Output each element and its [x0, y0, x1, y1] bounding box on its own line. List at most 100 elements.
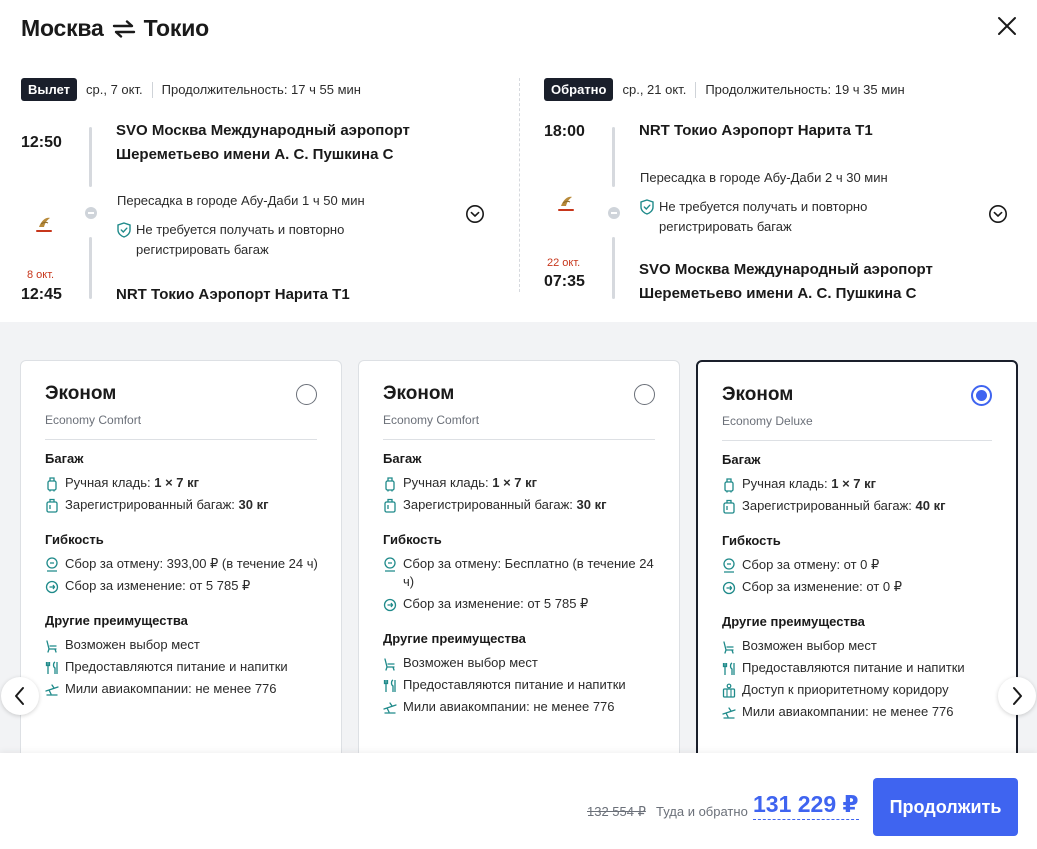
- feature-text: Сбор за отмену: от 0 ₽: [742, 557, 880, 572]
- modal-header: Москва Токио: [0, 0, 1037, 60]
- feature-cancel-fee: Сбор за отмену: Бесплатно (в течение 24 …: [383, 555, 659, 591]
- feature-seat: Возможен выбор мест: [45, 636, 321, 654]
- fare-card-1[interactable]: Эконом Economy Comfort Багаж Ручная клад…: [20, 360, 342, 753]
- carry-on-bag-icon: [47, 477, 57, 492]
- section-title: Другие преимущества: [383, 631, 526, 646]
- feature-meals: Предоставляются питание и напитки: [722, 659, 996, 677]
- outbound-arrival-time: 12:45: [21, 286, 62, 303]
- feature-meals: Предоставляются питание и напитки: [383, 676, 659, 694]
- feature-checked-bag: Зарегистрированный багаж: 40 кг: [722, 497, 996, 515]
- feature-text: Предоставляются питание и напитки: [403, 677, 626, 692]
- feature-text: Мили авиакомпании: не менее 776: [742, 704, 954, 719]
- total-price[interactable]: 131 229 ₽: [753, 791, 859, 820]
- feature-change-fee: Сбор за изменение: от 5 785 ₽: [383, 595, 659, 613]
- baggage-note: Не требуется получать и повторно регистр…: [640, 197, 960, 237]
- fare-radio[interactable]: [296, 384, 317, 405]
- other-section: Другие преимущества Возможен выбор мест …: [45, 613, 321, 698]
- section-title: Другие преимущества: [45, 613, 188, 628]
- card-divider: [722, 440, 992, 441]
- fare-cards-area: Эконом Economy Comfort Багаж Ручная клад…: [0, 322, 1037, 753]
- feature-text: Сбор за изменение: от 5 785 ₽: [403, 596, 589, 611]
- price-label: Туда и обратно: [656, 804, 748, 819]
- feature-value: 40 кг: [915, 498, 946, 513]
- seat-icon: [384, 658, 395, 671]
- section-title: Гибкость: [722, 533, 781, 548]
- fare-details: Багаж Ручная кладь: 1 × 7 кг Зарегистрир…: [722, 452, 996, 739]
- feature-text: Возможен выбор мест: [742, 638, 877, 653]
- carry-on-bag-icon: [385, 477, 395, 492]
- old-price: 132 554 ₽: [587, 804, 646, 819]
- airport-line: SVO Москва Международный аэропорт: [639, 261, 933, 278]
- fare-card-2[interactable]: Эконом Economy Comfort Багаж Ручная клад…: [358, 360, 680, 753]
- outbound-segment: Вылет ср., 7 окт. Продолжительность: 17 …: [21, 74, 499, 314]
- airport-line: Шереметьево имени А. С. Пушкина C: [639, 285, 917, 302]
- baggage-note-line: регистрировать багаж: [659, 219, 792, 234]
- feature-text: Предоставляются питание и напитки: [742, 660, 965, 675]
- feature-text: Сбор за изменение: от 5 785 ₽: [65, 578, 251, 593]
- fare-radio[interactable]: [634, 384, 655, 405]
- outbound-duration: Продолжительность: 17 ч 55 мин: [161, 82, 361, 97]
- feature-change-fee: Сбор за изменение: от 0 ₽: [722, 578, 996, 596]
- cancel-fee-icon: [384, 557, 396, 572]
- baggage-section: Багаж Ручная кладь: 1 × 7 кг Зарегистрир…: [45, 451, 321, 514]
- checked-bag-icon: [723, 499, 735, 514]
- feature-value: 1 × 7 кг: [492, 475, 538, 490]
- airline-logo-icon: [36, 217, 52, 232]
- carousel-prev-button[interactable]: [1, 677, 39, 715]
- section-title: Багаж: [722, 452, 761, 467]
- transfer-dot-icon: [608, 207, 620, 219]
- feature-label: Зарегистрированный багаж:: [65, 497, 239, 512]
- feature-value: 30 кг: [238, 497, 269, 512]
- feature-text: Сбор за отмену: 393,00 ₽ (в течение 24 ч…: [65, 556, 318, 571]
- outbound-date: ср., 7 окт.: [86, 82, 143, 97]
- fare-subname: Economy Comfort: [45, 413, 142, 427]
- segments-divider: [519, 78, 520, 292]
- return-arrival-date: 22 окт.: [547, 257, 581, 269]
- checked-bag-icon: [46, 498, 58, 513]
- timeline-line: [612, 127, 615, 187]
- flex-section: Гибкость Сбор за отмену: 393,00 ₽ (в теч…: [45, 532, 321, 595]
- seat-icon: [723, 641, 734, 654]
- feature-value: 1 × 7 кг: [154, 475, 200, 490]
- transfer-text: Пересадка в городе Абу-Даби 2 ч 30 мин: [640, 170, 888, 185]
- expand-details-icon[interactable]: [988, 204, 1008, 224]
- outbound-departure-airport: SVO Москва Международный аэропорт Шереме…: [116, 119, 410, 167]
- fare-radio-selected[interactable]: [971, 385, 992, 406]
- expand-details-icon[interactable]: [465, 204, 485, 224]
- feature-text: Возможен выбор мест: [403, 655, 538, 670]
- return-duration: Продолжительность: 19 ч 35 мин: [705, 82, 905, 97]
- section-title: Другие преимущества: [722, 614, 865, 629]
- flex-section: Гибкость Сбор за отмену: Бесплатно (в те…: [383, 532, 659, 613]
- continue-button[interactable]: Продолжить: [873, 778, 1018, 836]
- feature-change-fee: Сбор за изменение: от 5 785 ₽: [45, 577, 321, 595]
- close-icon[interactable]: [994, 13, 1020, 39]
- return-departure-time: 18:00: [544, 123, 585, 140]
- change-fee-icon: [45, 580, 59, 594]
- feature-meals: Предоставляются питание и напитки: [45, 658, 321, 676]
- outbound-departure-time: 12:50: [21, 134, 62, 151]
- feature-seat: Возможен выбор мест: [383, 654, 659, 672]
- outbound-meta: Вылет ср., 7 окт. Продолжительность: 17 …: [21, 78, 361, 101]
- baggage-section: Багаж Ручная кладь: 1 × 7 кг Зарегистрир…: [383, 451, 659, 514]
- return-transfer-info: Пересадка в городе Абу-Даби 2 ч 30 мин Н…: [640, 168, 960, 237]
- miles-icon: [722, 707, 736, 719]
- carousel-next-button[interactable]: [998, 677, 1036, 715]
- section-title: Багаж: [45, 451, 84, 466]
- meta-separator: [151, 81, 153, 98]
- route-to: Токио: [143, 15, 210, 41]
- fare-card-3[interactable]: Эконом Economy Deluxe Багаж Ручная кладь…: [696, 360, 1018, 753]
- feature-miles: Мили авиакомпании: не менее 776: [45, 680, 321, 698]
- priority-lane-icon: [722, 683, 736, 698]
- other-section: Другие преимущества Возможен выбор мест …: [722, 614, 996, 721]
- baggage-note-line: Не требуется получать и повторно: [136, 222, 345, 237]
- shield-check-icon: [640, 199, 654, 215]
- airport-line: Шереметьево имени А. С. Пушкина C: [116, 146, 394, 163]
- meals-icon: [45, 661, 58, 674]
- feature-checked-bag: Зарегистрированный багаж: 30 кг: [45, 496, 321, 514]
- baggage-note-line: Не требуется получать и повторно: [659, 199, 868, 214]
- return-badge: Обратно: [544, 78, 614, 101]
- fare-details: Багаж Ручная кладь: 1 × 7 кг Зарегистрир…: [45, 451, 321, 716]
- fare-details: Багаж Ручная кладь: 1 × 7 кг Зарегистрир…: [383, 451, 659, 734]
- fare-name: Эконом: [722, 384, 794, 405]
- feature-text: Мили авиакомпании: не менее 776: [65, 681, 277, 696]
